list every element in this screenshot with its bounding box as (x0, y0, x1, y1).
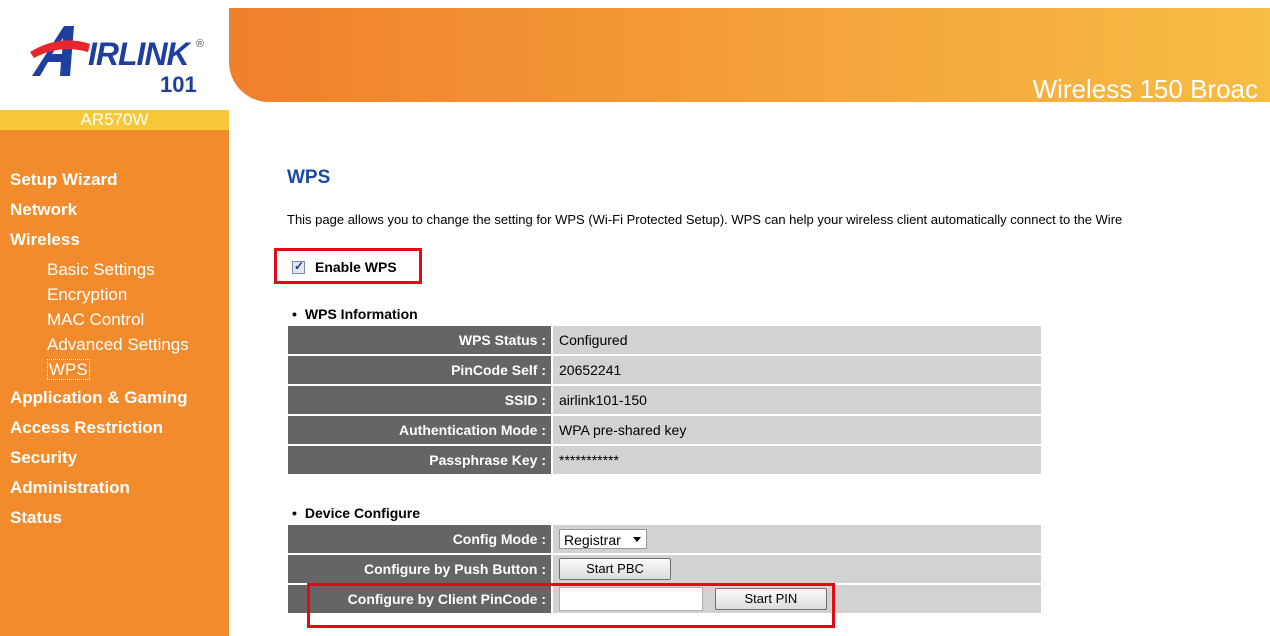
bullet-icon: • (292, 306, 297, 322)
header-title: Wireless 150 Broac (1032, 74, 1258, 104)
wps-information-heading-text: WPS Information (304, 306, 418, 322)
device-configure-heading-text: Device Configure (304, 505, 421, 521)
table-row: WPS Status : Configured (288, 326, 1041, 356)
sidebar-item-application-gaming[interactable]: Application & Gaming (10, 388, 189, 418)
logo: IRLINK ® 101 (0, 0, 229, 110)
sidebar-item-status[interactable]: Status (10, 508, 189, 538)
authentication-mode-label: Authentication Mode : (288, 415, 553, 446)
config-mode-cell: Registrar (552, 525, 1041, 555)
table-row: SSID : airlink101-150 (288, 385, 1041, 416)
sidebar-subitem-mac-control[interactable]: MAC Control (47, 310, 189, 335)
bullet-icon: • (292, 505, 297, 521)
table-row: Configure by Push Button : Start PBC (288, 554, 1041, 585)
client-pincode-highlight (307, 583, 835, 628)
sidebar-subitem-wps-label: WPS (47, 359, 90, 380)
start-pbc-button[interactable]: Start PBC (559, 558, 671, 580)
sidebar-item-network[interactable]: Network (10, 200, 189, 230)
airlink-logo-icon (30, 26, 90, 76)
ssid-label: SSID : (288, 385, 553, 416)
push-button-label: Configure by Push Button : (288, 554, 553, 585)
logo-number: 101 (160, 72, 197, 97)
wps-information-table: WPS Status : Configured PinCode Self : 2… (288, 326, 1041, 476)
table-row: Passphrase Key : *********** (288, 445, 1041, 476)
sidebar-subitem-wps[interactable]: WPS (47, 359, 189, 385)
wps-status-label: WPS Status : (288, 326, 553, 356)
sidebar-item-setup-wizard[interactable]: Setup Wizard (10, 170, 189, 200)
sidebar-item-wireless[interactable]: Wireless (10, 230, 189, 260)
sidebar: IRLINK ® 101 AR570W Setup Wizard Network… (0, 0, 229, 636)
logo-wordmark: IRLINK (88, 36, 190, 72)
table-row: PinCode Self : 20652241 (288, 355, 1041, 386)
page-title: WPS (287, 167, 331, 188)
config-mode-select[interactable]: Registrar (559, 529, 647, 549)
sidebar-subitem-advanced-settings[interactable]: Advanced Settings (47, 335, 189, 360)
table-row: Config Mode : Registrar (288, 525, 1041, 555)
device-configure-heading: • Device Configure (292, 505, 420, 521)
push-button-cell: Start PBC (552, 554, 1041, 585)
config-mode-selected-value: Registrar (564, 532, 621, 548)
wps-status-value: Configured (552, 326, 1041, 356)
registered-mark: ® (196, 38, 205, 50)
sidebar-subitem-basic-settings[interactable]: Basic Settings (47, 260, 189, 285)
table-row: Authentication Mode : WPA pre-shared key (288, 415, 1041, 446)
passphrase-key-value: *********** (552, 445, 1041, 476)
sidebar-item-security[interactable]: Security (10, 448, 189, 478)
model-name: AR570W (0, 110, 229, 130)
config-mode-label: Config Mode : (288, 525, 553, 555)
enable-wps-checkbox[interactable] (292, 259, 305, 274)
sidebar-item-access-restriction[interactable]: Access Restriction (10, 418, 189, 448)
sidebar-nav: Setup Wizard Network Wireless Basic Sett… (10, 170, 189, 538)
sidebar-item-administration[interactable]: Administration (10, 478, 189, 508)
page-description: This page allows you to change the setti… (287, 212, 1123, 227)
wps-information-heading: • WPS Information (292, 306, 418, 322)
passphrase-key-label: Passphrase Key : (288, 445, 553, 476)
header-banner: Wireless 150 Broac (229, 8, 1270, 104)
authentication-mode-value: WPA pre-shared key (552, 415, 1041, 446)
sidebar-subitem-encryption[interactable]: Encryption (47, 285, 189, 310)
ssid-value: airlink101-150 (552, 385, 1041, 416)
enable-wps-label: Enable WPS (315, 259, 397, 275)
pincode-self-value: 20652241 (552, 355, 1041, 386)
enable-wps-option[interactable]: Enable WPS (292, 259, 397, 275)
pincode-self-label: PinCode Self : (288, 355, 553, 386)
chevron-down-icon (633, 537, 641, 542)
